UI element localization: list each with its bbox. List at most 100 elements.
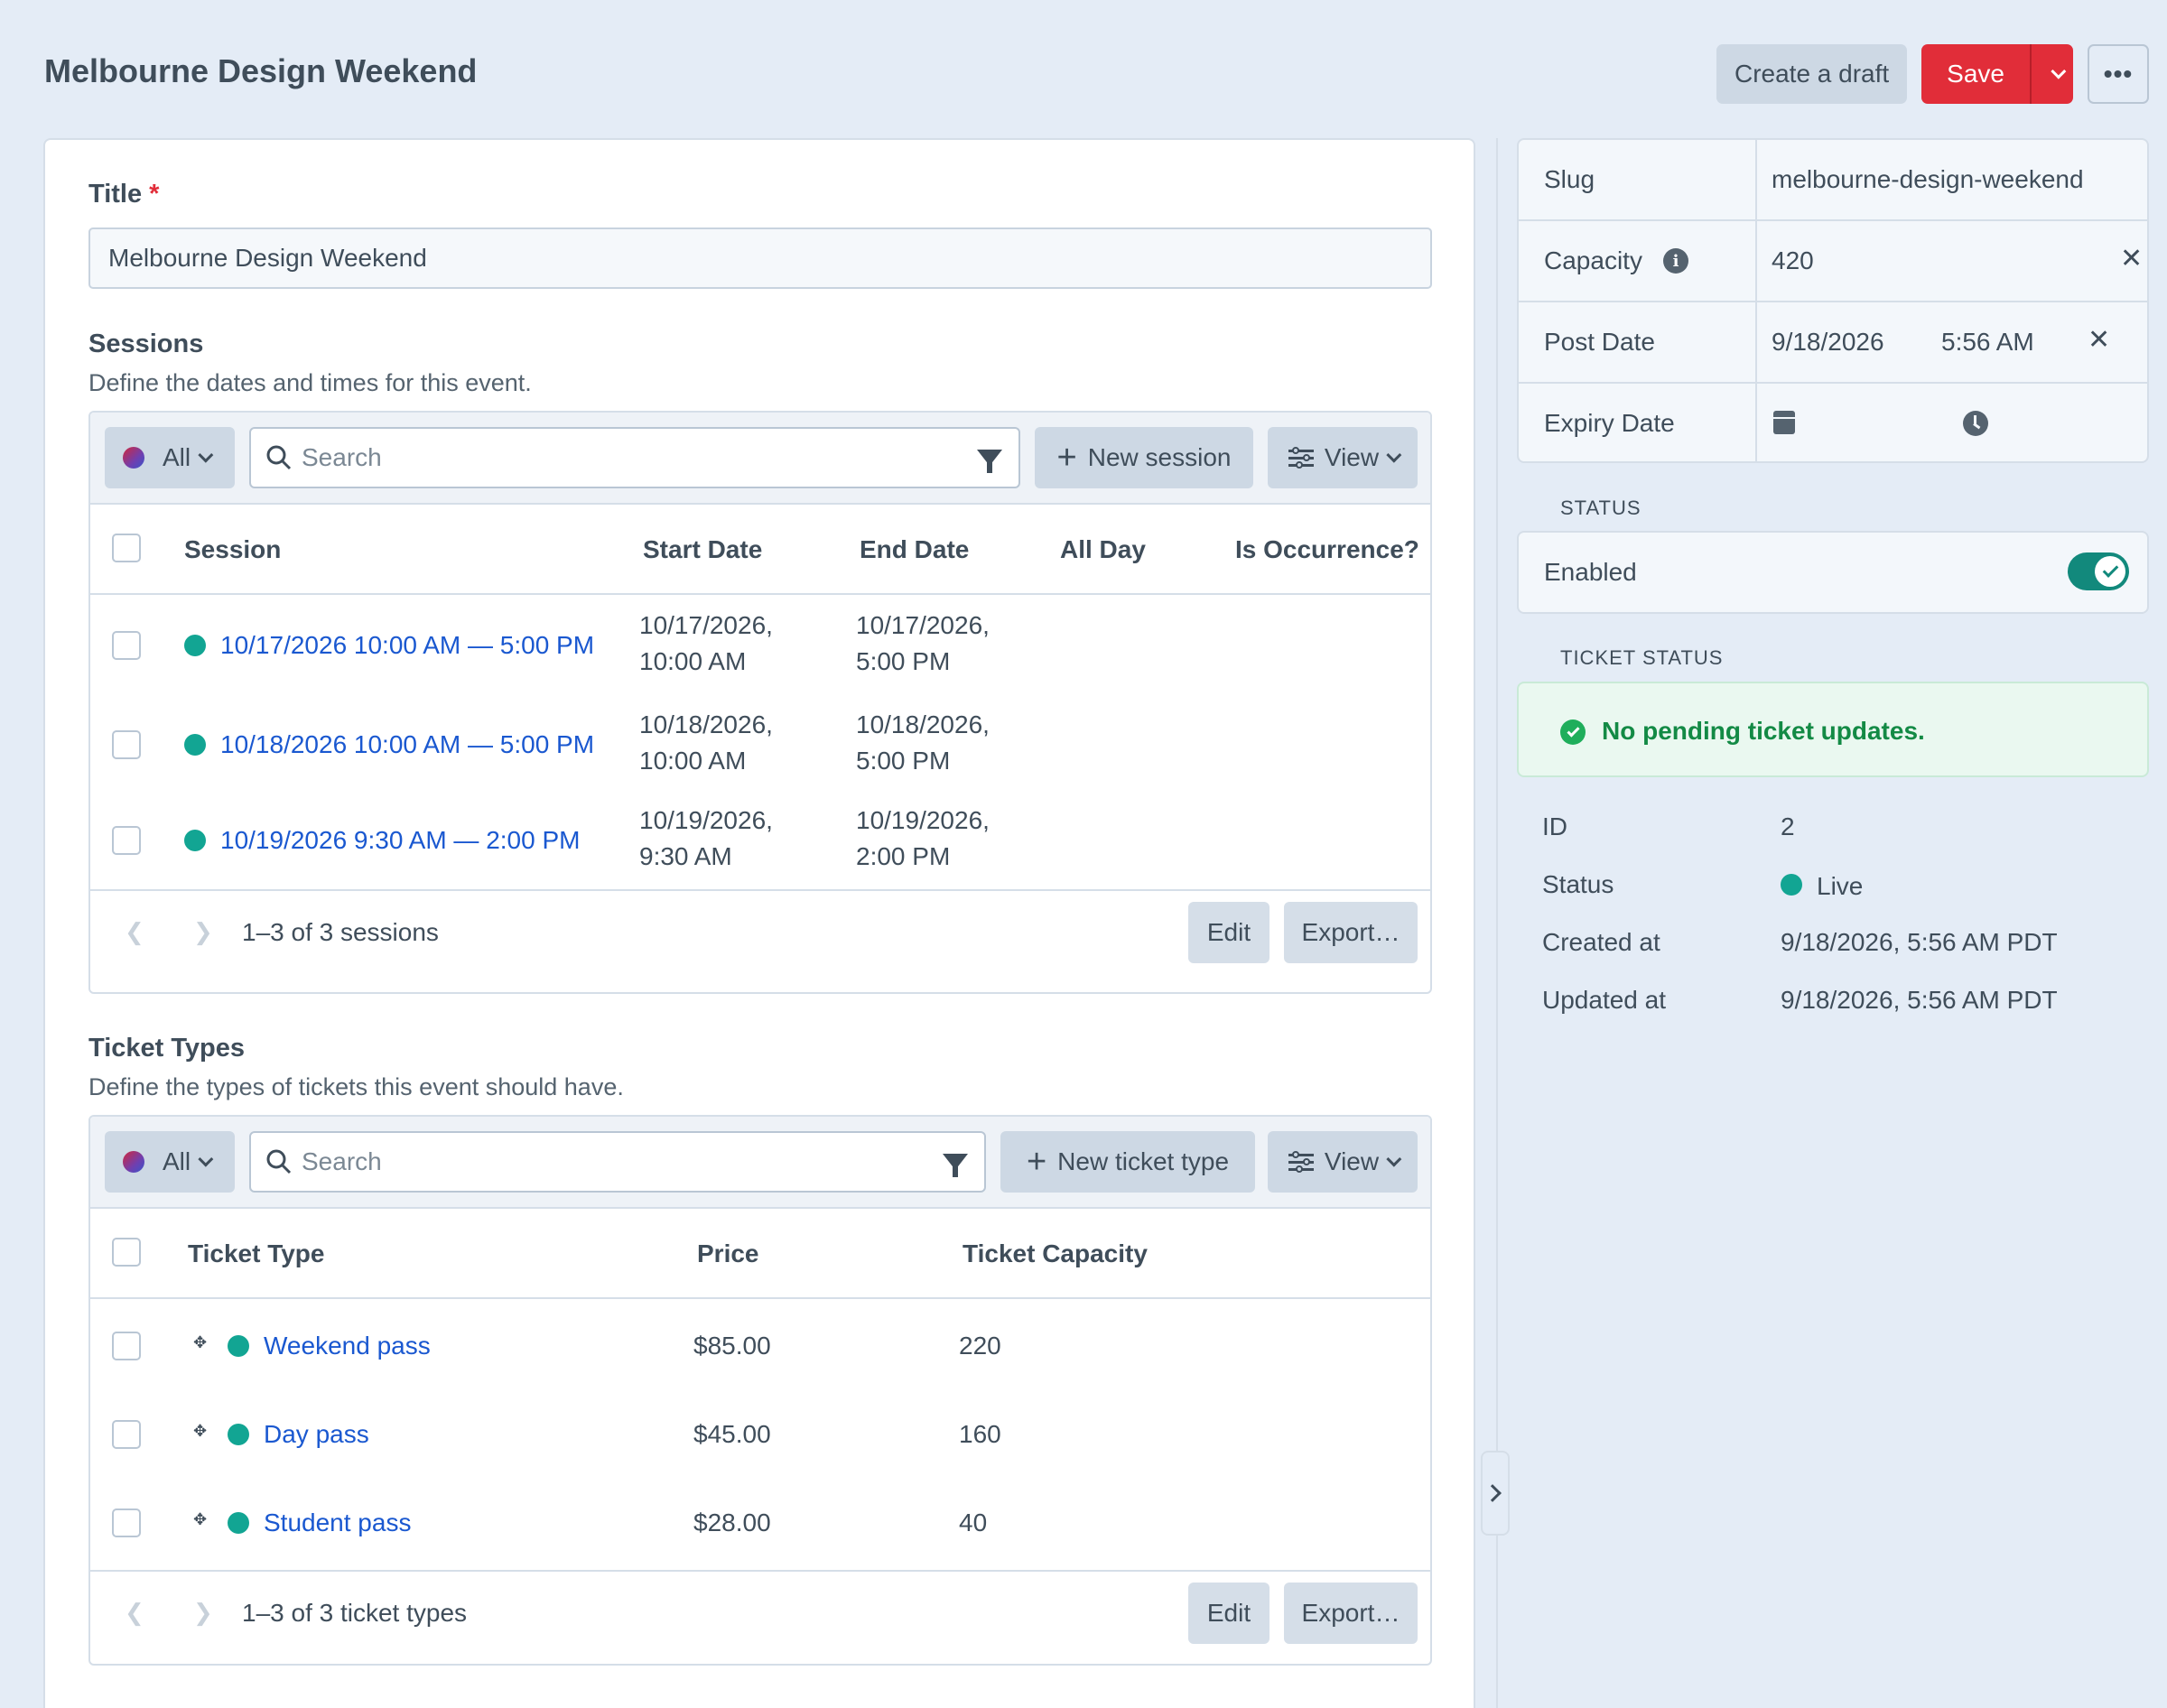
column-header-session[interactable]: Session (184, 535, 281, 564)
collapse-sidebar-button[interactable] (1481, 1451, 1510, 1536)
sessions-site-menu[interactable]: All (105, 427, 235, 488)
session-link[interactable]: 10/17/2026 10:00 AM — 5:00 PM (220, 631, 594, 660)
drag-handle-icon[interactable]: ✥ (193, 1510, 207, 1529)
row-checkbox[interactable] (112, 730, 141, 759)
table-row: ✥ Day pass $45.00 160 (90, 1388, 1430, 1476)
prev-page-icon[interactable]: ❮ (125, 1599, 144, 1627)
start-time: 9:30 AM (639, 842, 732, 870)
post-date-row: Post Date 9/18/2026 5:56 AM ✕ (1519, 302, 2147, 384)
sessions-pagination: 1–3 of 3 sessions (242, 918, 439, 946)
info-icon[interactable]: i (1663, 248, 1688, 274)
expiry-date-row: Expiry Date (1519, 384, 2147, 461)
meta-separator (1755, 140, 1757, 219)
create-draft-button[interactable]: Create a draft (1716, 44, 1908, 104)
end-date: 10/19/2026, (856, 806, 990, 834)
sessions-export-button[interactable]: Export… (1284, 902, 1418, 963)
select-all-checkbox[interactable] (112, 1238, 141, 1267)
next-page-icon[interactable]: ❯ (193, 1599, 213, 1627)
ticket-type-link[interactable]: Student pass (264, 1508, 411, 1537)
created-at-label: Created at (1542, 928, 1660, 956)
ticket-types-view-label: View (1324, 1147, 1380, 1175)
new-ticket-type-label: New ticket type (1057, 1147, 1230, 1175)
post-time-input[interactable]: 5:56 AM (1941, 328, 2034, 357)
id-value: 2 (1781, 812, 1795, 840)
save-button[interactable]: Save (1921, 44, 2030, 104)
clock-icon[interactable] (1963, 411, 1988, 436)
ticket-type-link[interactable]: Day pass (264, 1420, 369, 1449)
calendar-icon[interactable] (1773, 411, 1795, 434)
row-checkbox[interactable] (112, 1332, 141, 1360)
more-actions-button[interactable]: ••• (2088, 44, 2149, 104)
ticket-types-search-placeholder: Search (302, 1147, 382, 1175)
sessions-edit-button[interactable]: Edit (1188, 902, 1270, 963)
capacity-cell: 40 (959, 1508, 988, 1536)
check-icon (2102, 562, 2118, 578)
end-time: 5:00 PM (856, 747, 951, 775)
column-header-price[interactable]: Price (697, 1239, 759, 1268)
plus-icon: + (1056, 439, 1077, 477)
column-header-ticket-capacity[interactable]: Ticket Capacity (963, 1239, 1148, 1268)
ticket-types-toolbar: All Search + New ticket type View (90, 1117, 1430, 1209)
enabled-toggle[interactable] (2068, 552, 2129, 590)
clear-capacity-icon[interactable]: ✕ (2120, 243, 2143, 274)
sessions-table-header: Session Start Date End Date All Day Is O… (90, 505, 1430, 595)
row-checkbox[interactable] (112, 826, 141, 855)
filter-icon[interactable] (943, 1154, 968, 1177)
row-checkbox[interactable] (112, 1508, 141, 1537)
table-row: 10/17/2026 10:00 AM — 5:00 PM 10/17/2026… (90, 595, 1430, 694)
capacity-input[interactable]: 420 (1772, 246, 1814, 275)
sessions-site-label: All (163, 443, 191, 471)
ticket-types-view-button[interactable]: View (1268, 1131, 1418, 1193)
top-actions: Create a draft Save ••• (1716, 44, 2149, 104)
updated-at-value: 9/18/2026, 5:56 AM PDT (1781, 986, 2058, 1014)
chevron-right-icon (1483, 1484, 1502, 1502)
ticket-types-footer: ❮ ❯ 1–3 of 3 ticket types Edit Export… (90, 1570, 1430, 1653)
new-session-button[interactable]: + New session (1035, 427, 1253, 488)
save-options-button[interactable] (2030, 44, 2073, 104)
sessions-view-button[interactable]: View (1268, 427, 1418, 488)
column-header-start-date[interactable]: Start Date (643, 535, 762, 564)
status-dot (184, 830, 206, 851)
ticket-types-edit-button[interactable]: Edit (1188, 1583, 1270, 1644)
ticket-type-link[interactable]: Weekend pass (264, 1332, 431, 1360)
select-all-checkbox[interactable] (112, 534, 141, 562)
status-dot (228, 1335, 249, 1357)
title-input[interactable]: Melbourne Design Weekend (88, 227, 1432, 289)
column-header-is-occurrence[interactable]: Is Occurrence? (1235, 535, 1419, 564)
session-link[interactable]: 10/19/2026 9:30 AM — 2:00 PM (220, 826, 580, 855)
ticket-types-export-button[interactable]: Export… (1284, 1583, 1418, 1644)
end-date-cell: 10/19/2026, 2:00 PM (856, 803, 990, 875)
slug-input[interactable]: melbourne-design-weekend (1772, 165, 2133, 194)
toggle-knob (2095, 556, 2125, 587)
row-checkbox[interactable] (112, 631, 141, 660)
title-field-label: Title * (88, 180, 159, 209)
end-date: 10/18/2026, (856, 710, 990, 738)
filter-icon[interactable] (977, 450, 1002, 473)
capacity-row: Capacity i 420 ✕ (1519, 221, 2147, 302)
drag-handle-icon[interactable]: ✥ (193, 1422, 207, 1441)
ticket-types-site-menu[interactable]: All (105, 1131, 235, 1193)
column-header-ticket-type[interactable]: Ticket Type (188, 1239, 324, 1268)
column-header-all-day[interactable]: All Day (1060, 535, 1146, 564)
post-date-input[interactable]: 9/18/2026 (1772, 328, 1884, 357)
column-header-end-date[interactable]: End Date (860, 535, 969, 564)
sessions-search-placeholder: Search (302, 443, 382, 471)
new-ticket-type-button[interactable]: + New ticket type (1000, 1131, 1255, 1193)
clear-post-date-icon[interactable]: ✕ (2088, 324, 2110, 356)
sessions-search-input[interactable]: Search (249, 427, 1020, 488)
session-link[interactable]: 10/18/2026 10:00 AM — 5:00 PM (220, 730, 594, 759)
next-page-icon[interactable]: ❯ (193, 918, 213, 946)
meta-separator (1755, 384, 1757, 461)
ticket-types-pagination: 1–3 of 3 ticket types (242, 1599, 468, 1627)
prev-page-icon[interactable]: ❮ (125, 918, 144, 946)
search-icon (266, 1149, 292, 1174)
end-date-cell: 10/18/2026, 5:00 PM (856, 707, 990, 779)
drag-handle-icon[interactable]: ✥ (193, 1333, 207, 1352)
ticket-types-search-input[interactable]: Search (249, 1131, 986, 1193)
chevron-down-icon (1386, 1151, 1402, 1167)
chevron-down-icon (198, 447, 214, 463)
status-dot (228, 1424, 249, 1445)
ticket-types-table-header: Ticket Type Price Ticket Capacity (90, 1209, 1430, 1299)
row-checkbox[interactable] (112, 1420, 141, 1449)
end-time: 2:00 PM (856, 842, 951, 870)
